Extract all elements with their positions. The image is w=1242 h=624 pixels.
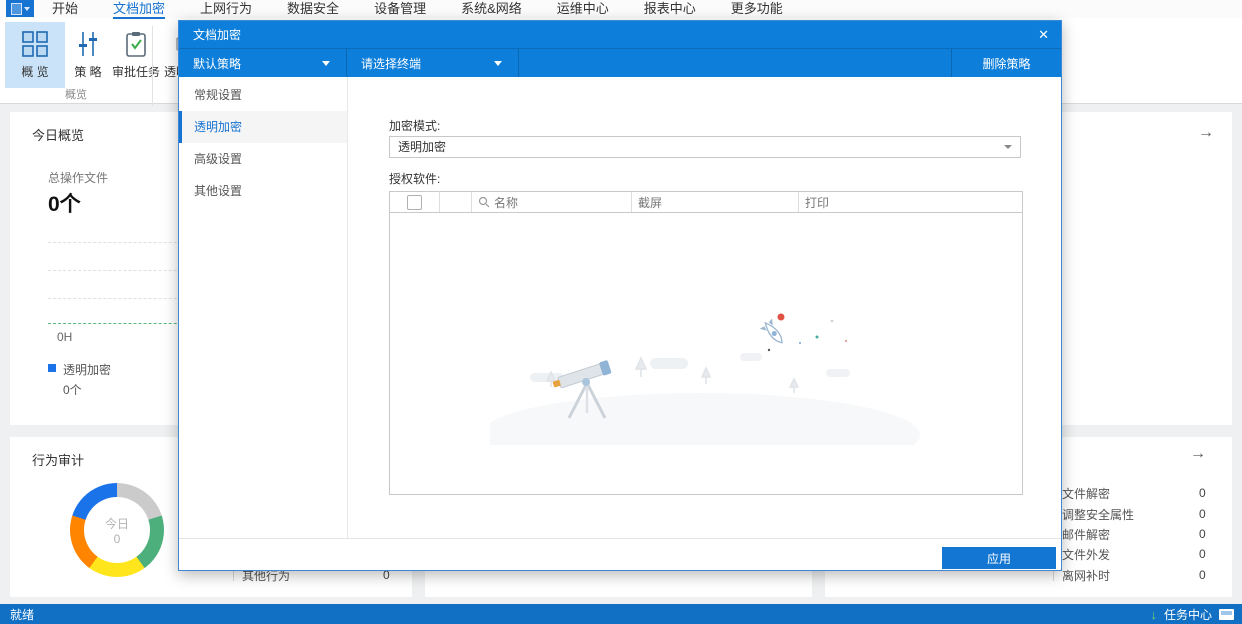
legend-label: 透明加密 (63, 363, 112, 377)
stat-row-label: 邮件解密 (1062, 527, 1111, 542)
encryption-mode-label: 加密模式: (389, 119, 441, 133)
main-menu: 开始 文档加密 上网行为 数据安全 设备管理 系统&网络 运维中心 报表中心 更… (52, 0, 783, 19)
overview-button[interactable]: 概 览 (5, 22, 65, 88)
stat-row-file-decrypt: 文件解密 0 (1053, 485, 1213, 501)
menu-item-doc-encryption[interactable]: 文档加密 (113, 0, 166, 19)
menu-item-web-behavior[interactable]: 上网行为 (200, 0, 252, 19)
chevron-down-icon (23, 6, 30, 11)
authorized-software-table: 名称 截屏 打印 (389, 191, 1023, 495)
dialog-title: 文档加密 (193, 28, 242, 42)
stat-row-value: 0 (1199, 507, 1206, 521)
menu-item-data-security[interactable]: 数据安全 (287, 0, 339, 19)
table-empty-body (390, 213, 1022, 495)
sidebar-item-other[interactable]: 其他设置 (179, 175, 347, 207)
header-checkbox-cell (390, 192, 440, 212)
approval-tasks-button[interactable]: 审批任务 (110, 22, 162, 88)
app-logo-icon (10, 2, 22, 15)
stat-row-adjust-security: 调整安全属性 0 (1053, 506, 1213, 522)
legend-value: 0个 (63, 383, 82, 397)
dialog-sidebar: 常规设置 透明加密 高级设置 其他设置 (179, 77, 348, 538)
table-header: 名称 截屏 打印 (390, 192, 1022, 213)
header-print-label: 打印 (805, 195, 830, 210)
select-all-checkbox[interactable] (407, 194, 422, 210)
stat-row-file-outgoing: 文件外发 0 (1053, 546, 1213, 562)
header-screenshot-cell: 截屏 (632, 192, 799, 212)
menu-item-start[interactable]: 开始 (52, 0, 78, 19)
trend-axis-tick: 0H (57, 330, 73, 344)
today-overview-title: 今日概览 (32, 128, 85, 143)
audit-donut-chart: 今日 0 (70, 483, 164, 577)
dialog-titlebar: 文档加密 ✕ (179, 21, 1061, 48)
doc-encryption-dialog: 文档加密 ✕ 默认策略 请选择终端 删除策略 常规设置 透明加密 高级设置 其他… (178, 20, 1062, 571)
total-files-value: 0个 (48, 193, 81, 216)
chevron-down-icon (494, 60, 502, 66)
stat-row-label: 文件外发 (1062, 547, 1111, 562)
total-files-label: 总操作文件 (48, 171, 109, 185)
chevron-down-icon (322, 60, 330, 66)
donut-center-value: 0 (113, 531, 121, 546)
dialog-toolbar: 默认策略 请选择终端 删除策略 (179, 48, 1061, 77)
chevron-down-icon (1004, 145, 1012, 149)
stat-row-label: 离网补时 (1062, 568, 1111, 583)
dialog-body: 常规设置 透明加密 高级设置 其他设置 加密模式: 透明加密 授权软件: 名称 … (179, 77, 1061, 538)
close-icon[interactable]: ✕ (1038, 21, 1049, 48)
search-icon (478, 196, 490, 208)
donut-center-label: 今日 (104, 516, 129, 531)
stat-row-offline-time: 离网补时 0 (1053, 567, 1213, 583)
dialog-content: 加密模式: 透明加密 授权软件: 名称 截屏 打印 (348, 77, 1061, 538)
sidebar-item-general[interactable]: 常规设置 (179, 79, 347, 111)
policy-button[interactable]: 策 略 (62, 22, 114, 88)
menu-item-report-center[interactable]: 报表中心 (644, 0, 696, 19)
stat-row-value: 0 (1199, 547, 1206, 561)
header-print-cell: 打印 (799, 192, 1022, 212)
task-center-button[interactable]: 任务中心 (1164, 606, 1212, 623)
app-menu-button[interactable] (6, 0, 34, 17)
stat-row-value: 0 (1199, 486, 1206, 500)
authorized-software-label: 授权软件: (389, 172, 441, 186)
download-arrow-icon: ↓ (1150, 606, 1157, 622)
stat-row-value: 0 (1199, 568, 1206, 582)
apply-button[interactable]: 应用 (942, 547, 1056, 569)
sliders-icon (79, 31, 97, 56)
encryption-mode-select[interactable]: 透明加密 (389, 136, 1021, 158)
menu-item-device-mgmt[interactable]: 设备管理 (374, 0, 426, 19)
ribbon-group-separator (152, 26, 153, 106)
legend-color-swatch (48, 364, 56, 372)
monitor-icon[interactable] (1219, 608, 1234, 620)
overview-button-label: 概 览 (21, 64, 49, 79)
sidebar-item-transparent-encryption[interactable]: 透明加密 (179, 111, 347, 143)
clipboard-check-icon (126, 31, 146, 57)
header-empty-cell (440, 192, 472, 212)
empty-state-illustration (490, 313, 920, 445)
terminal-dropdown-value: 请选择终端 (361, 56, 422, 71)
arrow-right-icon[interactable]: → (1198, 125, 1214, 141)
status-bar: 就绪 ↓ 任务中心 (0, 604, 1242, 624)
rocket (759, 318, 783, 344)
header-name-cell[interactable]: 名称 (472, 192, 632, 212)
stat-row-label: 调整安全属性 (1062, 507, 1135, 522)
menu-item-more[interactable]: 更多功能 (731, 0, 783, 19)
behavior-audit-title: 行为审计 (32, 453, 85, 468)
header-screenshot-label: 截屏 (638, 195, 663, 210)
policy-button-label: 策 略 (74, 64, 102, 79)
arrow-right-icon[interactable]: → (1190, 446, 1206, 462)
menu-item-ops-center[interactable]: 运维中心 (557, 0, 609, 19)
policy-dropdown[interactable]: 默认策略 (179, 49, 347, 77)
dialog-footer: 应用 (179, 538, 1061, 572)
stat-row-value: 0 (1199, 527, 1206, 541)
menu-bar: 开始 文档加密 上网行为 数据安全 设备管理 系统&网络 运维中心 报表中心 更… (0, 0, 1242, 19)
ribbon-group-label: 概览 (65, 89, 87, 101)
menu-item-system-network[interactable]: 系统&网络 (461, 0, 522, 19)
stat-row-label: 文件解密 (1062, 486, 1111, 501)
stat-row-mail-decrypt: 邮件解密 0 (1053, 526, 1213, 542)
header-name-label: 名称 (494, 195, 519, 210)
terminal-dropdown[interactable]: 请选择终端 (347, 49, 519, 77)
encryption-mode-value: 透明加密 (398, 140, 447, 154)
sidebar-item-advanced[interactable]: 高级设置 (179, 143, 347, 175)
policy-dropdown-value: 默认策略 (193, 56, 242, 71)
delete-policy-button[interactable]: 删除策略 (951, 49, 1061, 77)
status-ready-label: 就绪 (10, 607, 35, 622)
grid-icon (22, 30, 48, 57)
